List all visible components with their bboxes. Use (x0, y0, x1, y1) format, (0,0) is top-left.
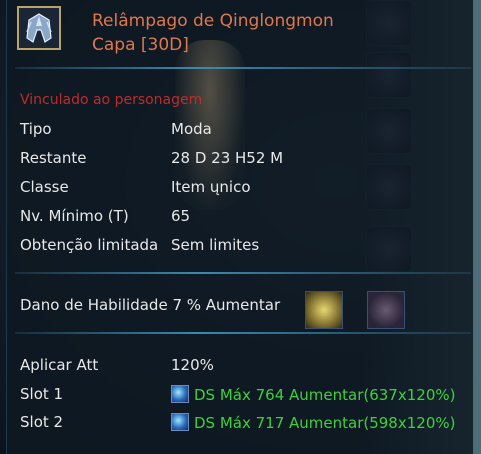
item-title: Relâmpago de Qinglongmon Capa [30D] (92, 9, 334, 57)
slot-2-text: DS Máx 717 Aumentar(598x120%) (194, 414, 456, 432)
stat-value-type: Moda (171, 120, 212, 138)
stat-label-limit: Obtenção limitada (20, 236, 159, 254)
item-title-line1: Relâmpago de Qinglongmon (92, 11, 334, 31)
divider (15, 67, 471, 69)
skill-gem-icon (305, 291, 343, 329)
item-title-line2: Capa [30D] (92, 35, 189, 55)
stat-value-remaining: 28 D 23 H52 M (171, 149, 284, 167)
stat-value-class: Item ųnico (171, 178, 251, 196)
slot-1-label: Slot 1 (20, 385, 64, 403)
slot-2-value: DS Máx 717 Aumentar(598x120%) (171, 413, 455, 432)
digi-gem-icon (171, 413, 189, 431)
stat-value-limit: Sem limites (171, 236, 260, 254)
stat-label-min-level: Nv. Mínimo (T) (20, 207, 129, 225)
stat-label-type: Tipo (20, 120, 52, 138)
item-tooltip: Relâmpago de Qinglongmon Capa [30D] Vinc… (6, 0, 473, 454)
stat-value-min-level: 65 (171, 207, 191, 225)
stat-label-class: Classe (20, 178, 69, 196)
divider (15, 272, 471, 274)
apply-att-value: 120% (171, 356, 214, 374)
stat-label-remaining: Restante (20, 149, 87, 167)
apply-att-label: Aplicar Att (20, 356, 99, 374)
bound-status: Vinculado ao personagem (20, 92, 203, 108)
divider (15, 332, 471, 334)
slot-2-label: Slot 2 (20, 413, 64, 431)
slot-1-value: DS Máx 764 Aumentar(637x120%) (171, 385, 455, 404)
digi-gem-icon (171, 385, 189, 403)
cape-icon (17, 6, 61, 50)
skill-effect: Dano de Habilidade 7 % Aumentar (20, 296, 281, 314)
slot-1-text: DS Máx 764 Aumentar(637x120%) (194, 386, 456, 404)
skill-slot-icon (367, 291, 405, 329)
